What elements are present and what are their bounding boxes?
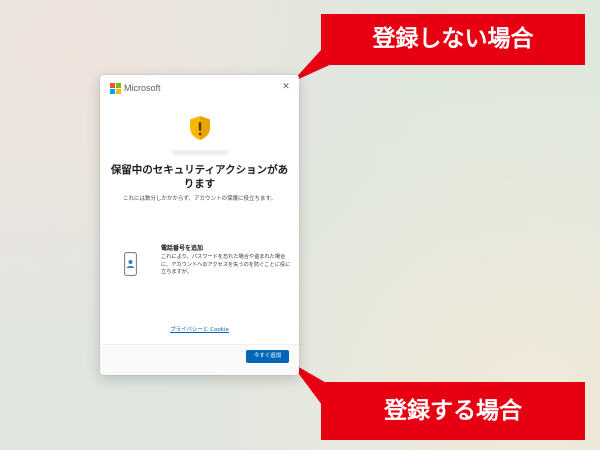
privacy-link[interactable]: プライバシーと Cookie bbox=[100, 325, 299, 333]
method-description: これにより、パスワードを忘れた場合や盗まれた場合に、アカウントへのアクセスを失う… bbox=[161, 254, 291, 275]
callout-register: 登録する場合 bbox=[321, 382, 585, 440]
security-dialog: Microsoft ✕ 保留中のセキュリティアクションがあります これには数分し… bbox=[100, 75, 299, 375]
phone-icon bbox=[124, 252, 137, 276]
microsoft-brand: Microsoft bbox=[110, 81, 161, 95]
dialog-subtext: これには数分しかかからず、アカウントの保護に役立ちます。 bbox=[123, 196, 276, 202]
shield-warning-icon bbox=[188, 115, 212, 141]
redacted-account bbox=[172, 150, 228, 155]
close-icon[interactable]: ✕ bbox=[281, 82, 291, 92]
callout-not-register: 登録しない場合 bbox=[321, 14, 585, 65]
microsoft-logo-icon bbox=[110, 82, 121, 94]
add-now-button[interactable]: 今すぐ追加 bbox=[246, 350, 289, 363]
brand-name: Microsoft bbox=[124, 83, 161, 93]
dialog-heading: 保留中のセキュリティアクションがあります bbox=[110, 164, 289, 190]
method-title: 電話番号を追加 bbox=[161, 245, 204, 252]
